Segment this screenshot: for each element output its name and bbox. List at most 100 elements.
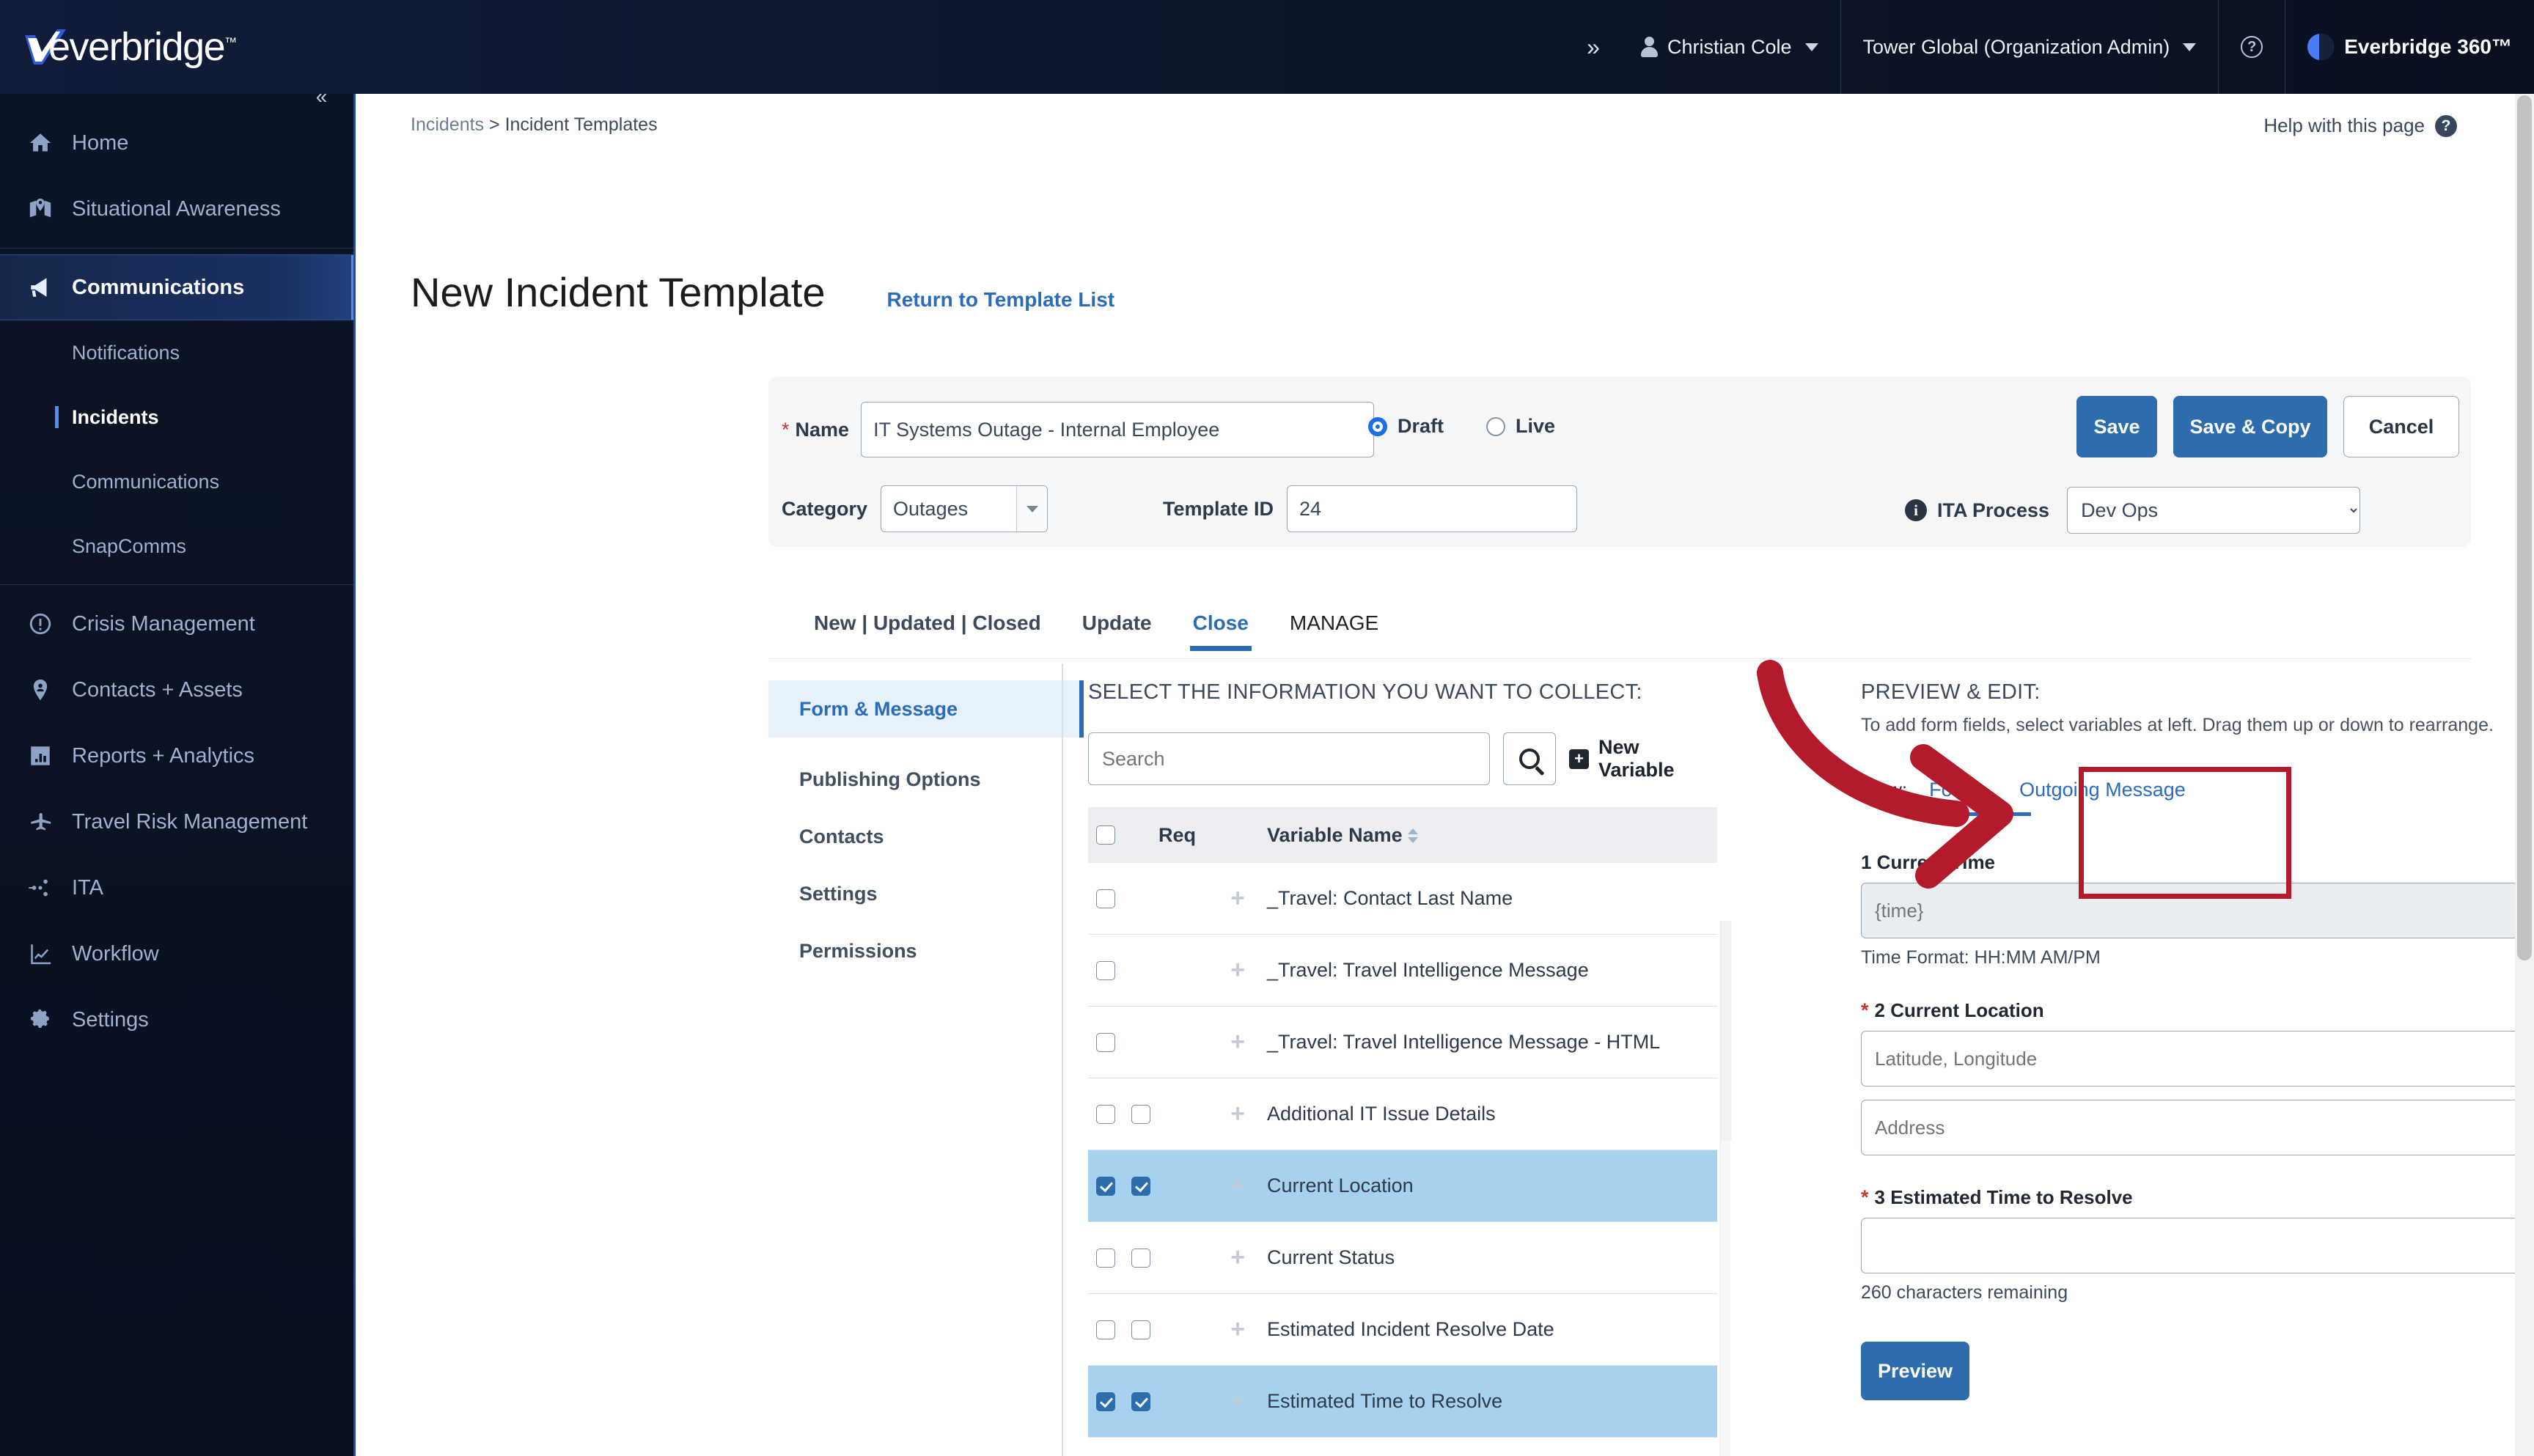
sidebar-item-travel-risk-management[interactable]: Travel Risk Management <box>0 789 353 855</box>
scrollbar-thumb[interactable] <box>1721 921 1731 1141</box>
subnav-item-settings[interactable]: Settings <box>768 865 1084 922</box>
table-row[interactable]: + Estimated Incident Resolve Date <box>1088 1294 1717 1366</box>
chevron-down-icon[interactable] <box>1016 486 1047 532</box>
sidebar-item-contacts-assets[interactable]: Contacts + Assets <box>0 657 353 723</box>
table-row[interactable]: + Current Status <box>1088 1222 1717 1294</box>
save-button[interactable]: Save <box>2076 396 2157 457</box>
variable-search-row: + New Variable <box>1088 732 1720 785</box>
row-select-checkbox[interactable] <box>1096 1105 1115 1124</box>
ita-process-select[interactable]: Dev Ops <box>2067 487 2360 534</box>
subnav-item-form-and-message[interactable]: Form & Message <box>768 680 1084 738</box>
sidebar-item-communications-sub[interactable]: Communications <box>0 449 353 514</box>
drag-handle-icon[interactable]: + <box>1208 1100 1267 1128</box>
characters-remaining-label: 260 characters remaining <box>1861 1282 2534 1304</box>
tab-new-updated-closed[interactable]: New | Updated | Closed <box>793 611 1062 651</box>
everbridge-360-toggle[interactable]: Everbridge 360™ <box>2285 0 2534 94</box>
template-id-input[interactable] <box>1287 485 1577 532</box>
drag-handle-icon[interactable]: + <box>1208 956 1267 985</box>
sidebar-item-crisis-management[interactable]: Crisis Management <box>0 591 353 657</box>
drag-handle-icon[interactable]: + <box>1208 1028 1267 1056</box>
row-select-checkbox[interactable] <box>1096 889 1115 908</box>
preview-view-tabs: View: Form Outgoing Message <box>1861 779 2534 816</box>
new-variable-button[interactable]: + New Variable <box>1569 736 1720 782</box>
estimated-time-to-resolve-input[interactable] <box>1861 1218 2534 1273</box>
expand-nav-icon[interactable]: » <box>1565 34 1619 61</box>
subnav-item-permissions[interactable]: Permissions <box>768 922 1084 979</box>
row-required-checkbox[interactable] <box>1131 1105 1150 1124</box>
tab-close[interactable]: Close <box>1172 611 1269 651</box>
sort-icon[interactable] <box>1408 827 1418 845</box>
row-select-checkbox[interactable] <box>1096 1320 1115 1339</box>
current-time-input[interactable] <box>1861 883 2534 938</box>
drag-handle-icon[interactable]: + <box>1208 884 1267 913</box>
sidebar-item-communications[interactable]: Communications <box>0 254 353 320</box>
row-required-checkbox[interactable] <box>1131 1320 1150 1339</box>
table-row[interactable]: + _Travel: Travel Intelligence Message <box>1088 935 1717 1007</box>
airplane-icon <box>28 809 53 834</box>
live-radio[interactable] <box>1486 417 1505 436</box>
tab-form[interactable]: Form <box>1907 779 1997 816</box>
organization-menu[interactable]: Tower Global (Organization Admin) <box>1841 0 2219 94</box>
subnav-item-publishing-options[interactable]: Publishing Options <box>768 751 1084 808</box>
drag-handle-icon[interactable]: + <box>1208 1315 1267 1344</box>
tab-manage[interactable]: MANAGE <box>1269 611 1399 651</box>
save-and-copy-button[interactable]: Save & Copy <box>2173 396 2327 457</box>
column-header-variable-name[interactable]: Variable Name <box>1267 824 1717 847</box>
sidebar-item-reports-analytics[interactable]: Reports + Analytics <box>0 723 353 789</box>
chevron-down-icon <box>1805 43 1818 51</box>
row-select-checkbox[interactable] <box>1096 1249 1115 1268</box>
sidebar-item-settings[interactable]: Settings <box>0 987 353 1053</box>
live-radio-option[interactable]: Live <box>1486 415 1555 438</box>
tab-outgoing-message[interactable]: Outgoing Message <box>1997 779 2208 816</box>
scrollbar-thumb[interactable] <box>2517 95 2532 960</box>
row-select-checkbox[interactable] <box>1096 1177 1115 1196</box>
row-select-checkbox[interactable] <box>1096 961 1115 980</box>
name-input[interactable] <box>861 402 1374 457</box>
table-row[interactable]: + Estimated Time to Resolve <box>1088 1366 1717 1438</box>
variables-scrollbar[interactable] <box>1720 921 1730 1456</box>
req-cell <box>1123 1177 1158 1196</box>
sidebar-item-notifications[interactable]: Notifications <box>0 320 353 385</box>
draft-radio-option[interactable]: Draft <box>1368 415 1444 438</box>
sidebar-item-snapcomms[interactable]: SnapComms <box>0 514 353 578</box>
drag-handle-icon[interactable]: + <box>1208 1172 1267 1200</box>
info-icon[interactable]: i <box>1905 499 1927 521</box>
latitude-longitude-input[interactable] <box>1861 1031 2534 1087</box>
category-value: Outages <box>881 498 1016 521</box>
page-scrollbar[interactable] <box>2515 94 2534 1456</box>
return-to-template-list-link[interactable]: Return to Template List <box>887 288 1115 312</box>
sidebar-item-home[interactable]: Home <box>0 110 353 176</box>
table-row[interactable]: + Additional IT Issue Details <box>1088 1078 1717 1150</box>
sidebar-item-situational-awareness[interactable]: Situational Awareness <box>0 176 353 242</box>
variable-name-label: _Travel: Travel Intelligence Message - H… <box>1267 1031 1717 1054</box>
select-all-checkbox[interactable] <box>1096 826 1115 845</box>
subnav-item-contacts[interactable]: Contacts <box>768 808 1084 865</box>
sidebar-item-workflow[interactable]: Workflow <box>0 921 353 987</box>
user-menu[interactable]: Christian Cole <box>1619 0 1840 94</box>
category-select[interactable]: Outages <box>881 485 1048 532</box>
row-select-checkbox[interactable] <box>1096 1392 1115 1411</box>
draft-radio[interactable] <box>1368 417 1387 436</box>
drag-handle-icon[interactable]: + <box>1208 1387 1267 1416</box>
preview-button[interactable]: Preview <box>1861 1342 1969 1400</box>
address-input[interactable] <box>1861 1100 2534 1155</box>
search-input[interactable] <box>1088 732 1490 785</box>
row-required-checkbox[interactable] <box>1131 1177 1150 1196</box>
breadcrumb-incidents-link[interactable]: Incidents <box>411 114 484 135</box>
divider <box>0 584 353 585</box>
table-row[interactable]: + _Travel: Travel Intelligence Message -… <box>1088 1007 1717 1078</box>
row-required-checkbox[interactable] <box>1131 1392 1150 1411</box>
drag-handle-icon[interactable]: + <box>1208 1243 1267 1272</box>
tab-update[interactable]: Update <box>1062 611 1172 651</box>
cancel-button[interactable]: Cancel <box>2343 396 2459 457</box>
everbridge-logo[interactable]: everbridge™ <box>0 24 356 70</box>
sidebar-item-ita[interactable]: ITA <box>0 855 353 921</box>
table-row[interactable]: + Current Location <box>1088 1150 1717 1222</box>
row-select-checkbox[interactable] <box>1096 1033 1115 1052</box>
row-required-checkbox[interactable] <box>1131 1249 1150 1268</box>
search-button[interactable] <box>1503 732 1556 785</box>
help-menu[interactable]: ? <box>2219 0 2285 94</box>
sidebar-item-incidents[interactable]: Incidents <box>0 385 353 449</box>
help-with-this-page[interactable]: Help with this page ? <box>2263 114 2457 137</box>
table-row[interactable]: + _Travel: Contact Last Name <box>1088 863 1717 935</box>
